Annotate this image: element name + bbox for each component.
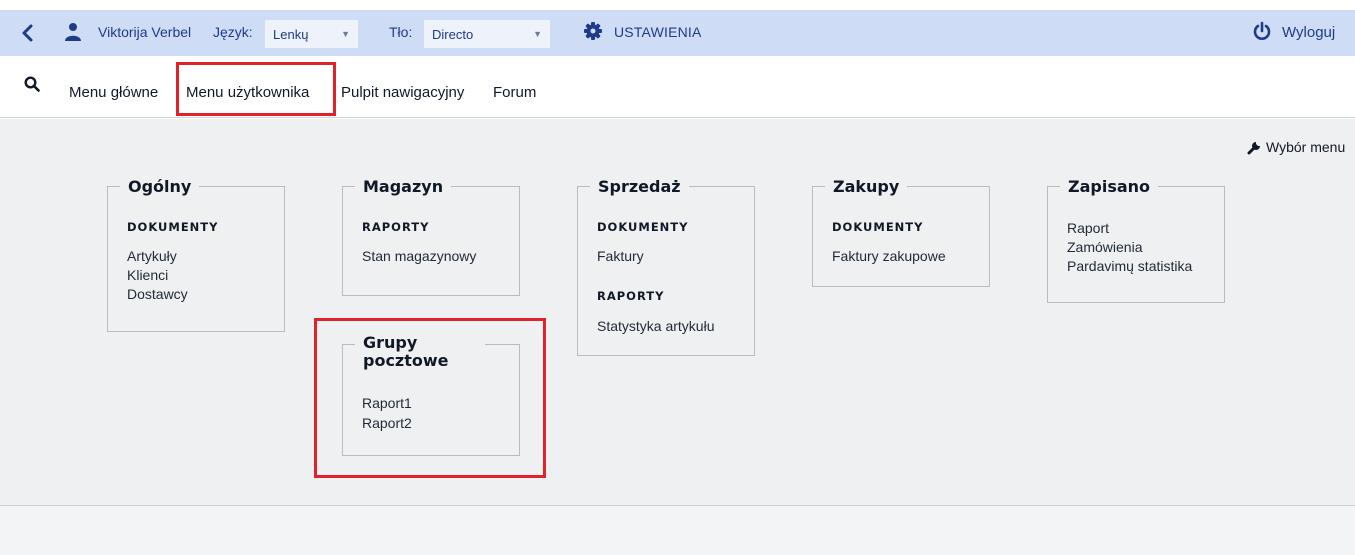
menu-link[interactable]: Faktury — [597, 248, 644, 264]
footer — [0, 505, 1355, 555]
highlight-box-user-menu — [176, 62, 336, 116]
gear-icon[interactable] — [584, 22, 602, 40]
menu-choice-link[interactable]: Wybór menu — [1247, 139, 1345, 155]
menu-link[interactable]: Raport — [1067, 220, 1109, 236]
power-icon[interactable] — [1252, 21, 1272, 41]
section-title: DOKUMENTY — [597, 220, 689, 234]
highlight-box-postal-groups — [314, 318, 546, 478]
card-title: Sprzedaż — [590, 178, 689, 196]
nav-dashboard[interactable]: Pulpit nawigacyjny — [341, 84, 464, 101]
menu-card-purchases: Zakupy DOKUMENTY Faktury zakupowe — [812, 178, 990, 287]
language-select[interactable]: Lenkų ▼ — [265, 20, 358, 48]
card-title: Zakupy — [825, 178, 908, 196]
top-bar: Viktorija Verbel Język: Lenkų ▼ Tło: Dir… — [0, 10, 1355, 56]
card-title: Magazyn — [355, 178, 452, 196]
chevron-down-icon: ▼ — [533, 29, 542, 39]
nav-forum[interactable]: Forum — [493, 84, 536, 101]
background-label: Tło: — [389, 24, 413, 40]
section-title: DOKUMENTY — [832, 220, 924, 234]
menu-link[interactable]: Stan magazynowy — [362, 248, 476, 264]
user-name-link[interactable]: Viktorija Verbel — [98, 24, 191, 40]
menu-link[interactable]: Faktury zakupowe — [832, 248, 946, 264]
card-title: Zapisano — [1060, 178, 1159, 196]
nav-main-menu[interactable]: Menu główne — [69, 84, 158, 101]
menu-link[interactable]: Zamówienia — [1067, 239, 1142, 255]
user-icon — [65, 23, 81, 41]
section-title: RAPORTY — [362, 220, 430, 234]
card-title: Ogólny — [120, 178, 200, 196]
menu-card-general: Ogólny DOKUMENTY Artykuły Klienci Dostaw… — [107, 178, 285, 332]
menu-link[interactable]: Dostawcy — [127, 286, 188, 302]
menu-choice-label: Wybór menu — [1266, 139, 1346, 155]
content-area: Wybór menu Ogólny DOKUMENTY Artykuły Kli… — [0, 119, 1355, 505]
logout-link[interactable]: Wyloguj — [1282, 24, 1335, 41]
language-select-value: Lenkų — [273, 26, 309, 42]
search-icon[interactable] — [24, 76, 40, 92]
background-select-value: Directo — [432, 26, 474, 42]
section-title: DOKUMENTY — [127, 220, 219, 234]
main-nav: Menu główne Menu użytkownika Pulpit nawi… — [0, 56, 1355, 118]
menu-link[interactable]: Statystyka artykułu — [597, 318, 715, 334]
background-select[interactable]: Directo ▼ — [424, 20, 550, 48]
language-label: Język: — [213, 24, 253, 40]
menu-link[interactable]: Pardavimų statistika — [1067, 258, 1192, 274]
menu-link[interactable]: Klienci — [127, 267, 168, 283]
wrench-icon — [1247, 142, 1260, 155]
menu-card-warehouse: Magazyn RAPORTY Stan magazynowy — [342, 178, 520, 296]
menu-card-sales: Sprzedaż DOKUMENTY Faktury RAPORTY Staty… — [577, 178, 755, 356]
chevron-down-icon: ▼ — [341, 29, 350, 39]
back-chevron-icon[interactable] — [18, 23, 38, 43]
section-title: RAPORTY — [597, 289, 665, 303]
menu-link[interactable]: Artykuły — [127, 248, 177, 264]
settings-link[interactable]: USTAWIENIA — [614, 24, 702, 40]
menu-card-saved: Zapisano Raport Zamówienia Pardavimų sta… — [1047, 178, 1225, 303]
